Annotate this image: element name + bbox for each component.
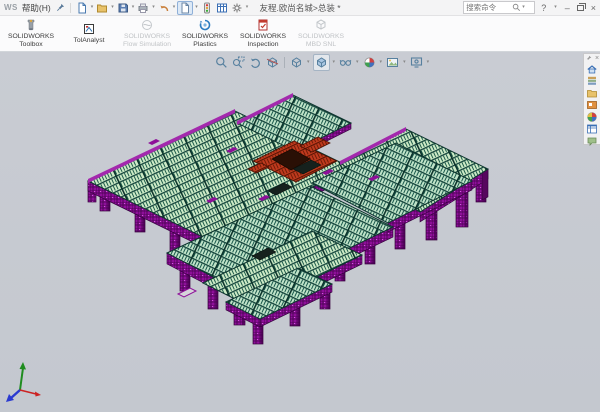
dropdown-caret-icon[interactable]: ▾ [333, 60, 336, 65]
addin-label: SOLIDWORKS Flow Simulation [118, 33, 176, 49]
triad-y-axis [20, 362, 27, 390]
title-bar: WS 帮助(H) ▾ ▾ ▾ ▾ ▾ ▾ ▾ 友程.欧尚 [0, 0, 600, 16]
zoom-to-area-icon[interactable] [231, 55, 246, 70]
dropdown-caret-icon[interactable]: ▾ [427, 60, 430, 65]
dropdown-caret-icon[interactable]: ▾ [380, 60, 383, 65]
new-document-icon[interactable] [75, 2, 89, 14]
help-button[interactable]: ? [541, 3, 546, 13]
close-button[interactable]: × [591, 3, 596, 13]
appearances-scenes-decals-icon[interactable] [586, 111, 599, 122]
save-icon[interactable] [116, 2, 130, 14]
section-view-icon[interactable] [265, 55, 280, 70]
search-icon[interactable] [512, 3, 521, 12]
addin-plastics[interactable]: SOLIDWORKS Plastics [176, 16, 234, 51]
display-style-icon[interactable] [313, 54, 330, 71]
table-icon[interactable] [215, 2, 229, 14]
plastics-icon [198, 18, 212, 32]
view-palette-icon[interactable] [586, 99, 599, 110]
restore-button[interactable] [577, 5, 584, 11]
design-library-icon[interactable] [586, 75, 599, 86]
headsup-view-toolbar: ▾ ▾ ▾ ▾ ▾ ▾ [214, 54, 430, 71]
addin-label: SOLIDWORKS Inspection [234, 33, 292, 49]
custom-properties-icon[interactable] [586, 123, 599, 134]
model-3d-view[interactable] [0, 52, 600, 412]
toolbar-separator [70, 3, 71, 13]
solidworks-forum-icon[interactable] [586, 135, 599, 146]
file-explorer-icon[interactable] [586, 87, 599, 98]
addin-tolanalyst[interactable]: TolAnalyst [60, 16, 118, 51]
dropdown-caret-icon[interactable]: ▾ [111, 5, 114, 10]
open-icon[interactable] [95, 2, 109, 14]
quick-access-toolbar: ▾ ▾ ▾ ▾ ▾ ▾ ▾ [75, 1, 250, 15]
hide-show-items-icon[interactable] [338, 55, 353, 70]
view-orientation-icon[interactable] [289, 55, 304, 70]
triad-x-axis [20, 390, 41, 397]
traffic-light-icon[interactable] [200, 2, 214, 14]
reference-triad [2, 358, 52, 406]
tolanalyst-icon [82, 22, 96, 36]
undo-icon[interactable] [157, 2, 171, 14]
addins-toolbar: SOLIDWORKS Toolbox TolAnalyst SOLIDWORKS… [0, 16, 600, 52]
pin-icon[interactable] [55, 3, 66, 12]
menu-help[interactable]: 帮助(H) [22, 2, 51, 14]
graphics-viewport[interactable]: ▾ ▾ ▾ ▾ ▾ ▾ × [0, 52, 600, 412]
dropdown-caret-icon[interactable]: ▾ [132, 5, 135, 10]
solidworks-logo-fragment: WS [4, 3, 18, 12]
dropdown-caret-icon[interactable]: ▾ [152, 5, 155, 10]
addin-label: SOLIDWORKS MBD SNL [292, 33, 350, 49]
mbd-icon [314, 18, 328, 32]
taskpane-close-icon[interactable]: × [595, 55, 599, 62]
search-input[interactable] [466, 3, 512, 12]
inspection-icon [256, 18, 270, 32]
addin-label: SOLIDWORKS Plastics [176, 33, 234, 49]
dropdown-caret-icon[interactable]: ▾ [173, 5, 176, 10]
task-pane-strip: × [583, 53, 600, 145]
dropdown-caret-icon[interactable]: ▾ [91, 5, 94, 10]
toolbar-separator [284, 57, 285, 68]
search-box: ▾ [463, 1, 535, 14]
title-bar-right: ▾ ? ▾ – × [463, 1, 596, 14]
dropdown-caret-icon[interactable]: ▾ [307, 60, 310, 65]
addin-label: TolAnalyst [74, 37, 105, 45]
triad-z-axis [6, 390, 20, 402]
solidworks-resources-icon[interactable] [586, 63, 599, 74]
addin-label: SOLIDWORKS Toolbox [2, 33, 60, 49]
flow-simulation-icon [140, 18, 154, 32]
dropdown-caret-icon[interactable]: ▾ [356, 60, 359, 65]
taskpane-pin-icon[interactable] [585, 55, 592, 62]
window-controls: ? ▾ – × [541, 3, 596, 13]
apply-scene-icon[interactable] [385, 55, 400, 70]
addin-flow-simulation: SOLIDWORKS Flow Simulation [118, 16, 176, 51]
addin-solidworks-toolbox[interactable]: SOLIDWORKS Toolbox [2, 16, 60, 51]
dropdown-caret-icon[interactable]: ▾ [246, 5, 249, 10]
active-document-icon[interactable] [177, 1, 193, 15]
dropdown-caret-icon[interactable]: ▾ [195, 5, 198, 10]
dropdown-caret-icon[interactable]: ▾ [554, 5, 557, 10]
previous-view-icon[interactable] [248, 55, 263, 70]
addin-mbd-snl: SOLIDWORKS MBD SNL [292, 16, 350, 51]
edit-appearance-icon[interactable] [362, 55, 377, 70]
dropdown-caret-icon[interactable]: ▾ [522, 5, 525, 10]
zoom-to-fit-icon[interactable] [214, 55, 229, 70]
task-pane-header: × [585, 55, 599, 62]
print-icon[interactable] [136, 2, 150, 14]
dropdown-caret-icon[interactable]: ▾ [403, 60, 406, 65]
view-settings-icon[interactable] [409, 55, 424, 70]
toolbox-icon [24, 18, 38, 32]
options-gear-icon[interactable] [230, 2, 244, 14]
slab-panels [88, 95, 488, 319]
minimize-button[interactable]: – [565, 3, 570, 13]
addin-inspection[interactable]: SOLIDWORKS Inspection [234, 16, 292, 51]
